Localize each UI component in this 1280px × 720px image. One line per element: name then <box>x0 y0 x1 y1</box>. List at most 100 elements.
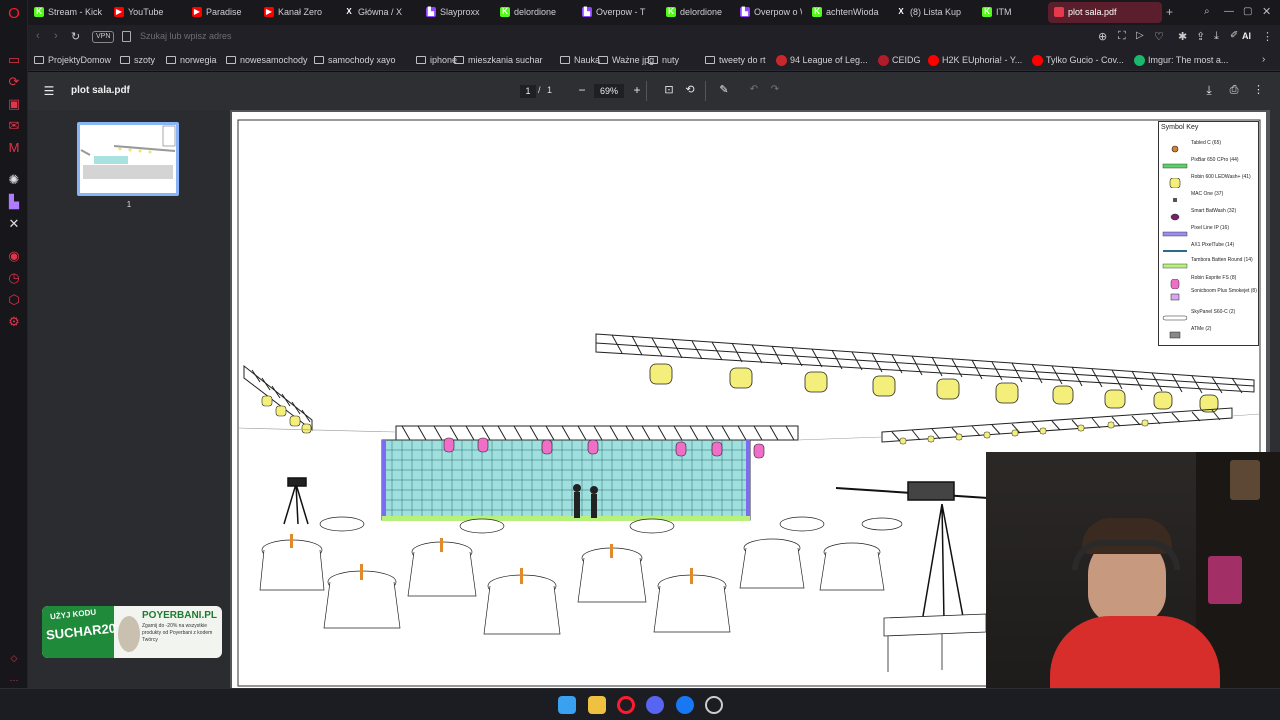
maximize-button[interactable]: ▢ <box>1243 5 1255 19</box>
search-tabs-icon[interactable]: ⌕ <box>1204 5 1216 19</box>
address-input[interactable]: Szukaj lub wpisz adres <box>140 31 232 41</box>
tab-3[interactable]: ▶ Kanał Zero <box>258 2 334 23</box>
pdf-menu-icon[interactable]: ☰ <box>42 84 56 98</box>
bookmarks-overflow-icon[interactable]: › <box>1262 54 1265 65</box>
bookmark-8[interactable]: Ważne jpg <box>598 53 654 68</box>
heart-icon[interactable]: ♡ <box>1154 30 1164 43</box>
bookmark-7[interactable]: Nauka <box>560 53 600 68</box>
pdf-more-icon[interactable]: ⋮ <box>1253 83 1264 97</box>
back-icon[interactable]: ‹ <box>36 30 40 42</box>
tab-1[interactable]: ▶ YouTube <box>108 2 182 23</box>
bookmark-0[interactable]: ProjektyDomow <box>34 53 111 68</box>
legend-item: SkyPanel S60-C (2) <box>1159 308 1260 322</box>
windows-start-icon[interactable] <box>558 696 576 714</box>
bookmark-14[interactable]: Tylko Gucio - Cov... <box>1032 53 1124 68</box>
clock-icon[interactable]: ◷ <box>6 270 22 286</box>
tab-9[interactable]: ▙ Overpow o W <box>734 2 802 23</box>
folder-icon <box>598 56 608 64</box>
settings-icon[interactable]: ⚙ <box>6 314 22 330</box>
product-image <box>118 616 140 652</box>
opera-taskbar-icon[interactable] <box>617 696 635 714</box>
tab-6[interactable]: Kdelordione <box>494 2 572 23</box>
page-thumbnail[interactable] <box>77 122 179 196</box>
gmail-icon[interactable]: M <box>6 140 22 156</box>
vpn-badge[interactable]: VPN <box>92 31 115 43</box>
bookmark-12[interactable]: CEIDG <box>878 53 921 68</box>
messenger-icon[interactable]: ✉ <box>6 118 22 134</box>
legend-item: ATMe (2) <box>1159 325 1260 339</box>
more-icon[interactable]: ··· <box>6 672 22 688</box>
speed-dial-icon[interactable]: ▭ <box>6 52 22 68</box>
bookmark-10[interactable]: tweety do rt <box>705 53 766 68</box>
bookmark-9[interactable]: nuty <box>648 53 679 68</box>
legend-label: ATMe (2) <box>1191 326 1212 332</box>
menu-icon[interactable]: ⋮ <box>1262 30 1273 43</box>
forward-icon[interactable]: › <box>54 30 58 42</box>
tab-2[interactable]: ▶ Paradise <box>186 2 254 23</box>
page-number-input[interactable]: 1 <box>520 85 536 98</box>
undo-icon[interactable]: ↶ <box>748 83 760 97</box>
bookmark-4[interactable]: samochody xayo <box>314 53 396 68</box>
twitch-icon: ▙ <box>740 7 750 17</box>
pdf-download-icon[interactable]: ⤓ <box>1202 83 1216 97</box>
download-icon[interactable]: ⤓ <box>1214 30 1219 43</box>
redo-icon[interactable]: ↷ <box>769 83 781 97</box>
bookmark-6[interactable]: mieszkania suchar <box>454 53 543 68</box>
annotate-icon[interactable]: ✎ <box>718 83 730 97</box>
extensions-icon[interactable]: ⬡ <box>6 292 22 308</box>
zoom-out-button[interactable]: − <box>576 83 588 97</box>
close-window-button[interactable]: ✕ <box>1262 5 1274 19</box>
bookmark-15[interactable]: Imgur: The most a... <box>1134 53 1228 68</box>
tab-11[interactable]: X (8) Lista Kup <box>890 2 970 23</box>
player-icon[interactable]: ◉ <box>6 248 22 264</box>
legend-label: Sonicboom Plus Smokejet (8) <box>1191 288 1257 294</box>
new-tab-button[interactable]: + <box>1166 5 1178 19</box>
app-icon[interactable] <box>705 696 723 714</box>
zoom-in-button[interactable]: + <box>631 83 643 97</box>
print-icon[interactable]: ⎙ <box>1227 83 1241 97</box>
bookmark-2[interactable]: norwegia <box>166 53 217 68</box>
tab-7[interactable]: ▙ Overpow - T <box>576 2 656 23</box>
opera-logo-icon[interactable]: O <box>6 6 22 22</box>
twitch-icon[interactable]: ▙ <box>6 194 22 210</box>
facebook-icon[interactable] <box>676 696 694 714</box>
led-wall <box>381 439 751 521</box>
tab-label: Paradise <box>206 7 242 17</box>
bookmark-11[interactable]: 94 League of Leg... <box>776 53 868 68</box>
share-icon[interactable]: ⇪ <box>1196 30 1205 43</box>
bookmark-1[interactable]: szoty <box>120 53 155 68</box>
bookmark-3[interactable]: nowesamochody <box>226 53 308 68</box>
tab-0[interactable]: K Stream - Kick <box>28 2 104 23</box>
fit-page-icon[interactable]: ⊡ <box>663 83 675 97</box>
tab-12[interactable]: K ITM <box>976 2 1042 23</box>
play-icon[interactable]: ▷ <box>1136 30 1144 41</box>
tab-13[interactable]: plot sala.pdf <box>1048 2 1162 23</box>
zoom-input[interactable]: 69% <box>594 84 624 98</box>
x-icon[interactable]: ✕ <box>6 216 22 232</box>
folder-icon <box>648 56 658 64</box>
tab-8[interactable]: Kdelordione <box>660 2 730 23</box>
legend-symbol-icon <box>1162 243 1188 253</box>
bookmark-5[interactable]: iphone <box>416 53 457 68</box>
rotate-icon[interactable]: ⟲ <box>684 83 696 97</box>
sidebar-toggle-icon[interactable]: ◇ <box>6 650 22 666</box>
bookmark-label: iphone <box>430 55 458 65</box>
reload-icon[interactable]: ↻ <box>71 30 80 43</box>
history-icon[interactable]: ⟳ <box>6 74 22 90</box>
file-explorer-icon[interactable] <box>588 696 606 714</box>
tab-10[interactable]: KachtenWioda <box>806 2 886 23</box>
chatgpt-icon[interactable]: ✺ <box>6 172 22 188</box>
tab-5[interactable]: ▙ Slayproxx <box>420 2 490 23</box>
discord-icon[interactable] <box>646 696 664 714</box>
zoom-icon[interactable]: ⊕ <box>1098 30 1107 43</box>
bookmark-13[interactable]: H2K EUphoria! - Y... <box>928 53 1022 68</box>
snapshot-icon[interactable]: ⛶ <box>1118 30 1126 43</box>
magic-icon[interactable]: ✐ <box>1230 30 1238 41</box>
folder-icon <box>705 56 715 64</box>
ai-button[interactable]: AI <box>1242 31 1251 41</box>
folder-icon <box>314 56 324 64</box>
tab-4[interactable]: X Główna / X <box>338 2 416 23</box>
wallet-icon[interactable]: ▣ <box>6 96 22 112</box>
minimize-button[interactable]: — <box>1224 5 1236 19</box>
extensions-puzzle-icon[interactable]: ✱ <box>1178 30 1187 43</box>
